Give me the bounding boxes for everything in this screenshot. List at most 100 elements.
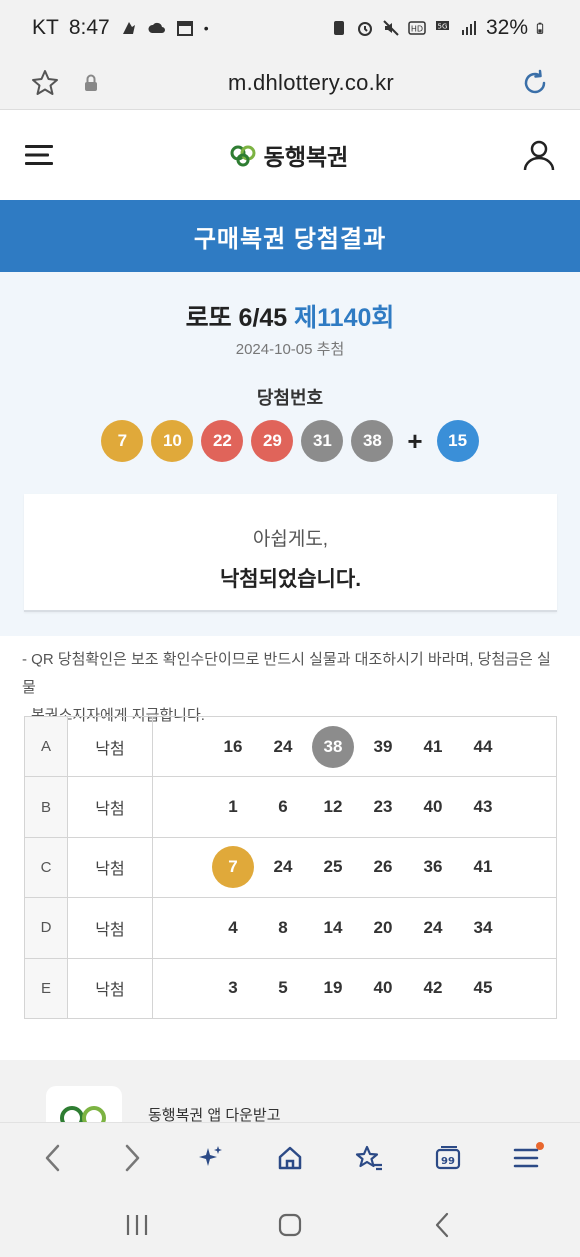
ticket-number: 5: [278, 978, 288, 998]
more-notifications-dot: •: [203, 20, 209, 36]
svg-text:HD: HD: [411, 25, 423, 34]
result-message-main: 낙첨되었습니다.: [219, 568, 362, 591]
alarm-icon: [357, 22, 372, 36]
ticket-number: 24: [273, 857, 293, 877]
hd-icon: HD: [408, 21, 426, 35]
ticket-number: 26: [373, 857, 393, 877]
winning-number-ball: 10: [151, 420, 194, 462]
ticket-number: 39: [373, 736, 393, 756]
svg-text:5G: 5G: [438, 23, 448, 31]
ticket-number: 24: [273, 736, 293, 756]
ticket-numbers: 1 6 12 23 40 43: [153, 777, 556, 836]
ticket-result: 낙첨: [68, 958, 153, 1018]
ticket-number: 41: [423, 736, 443, 756]
svg-text:99: 99: [441, 1156, 455, 1167]
back-button[interactable]: [31, 1136, 75, 1180]
notice-line-1: - QR 당첨확인은 보조 확인수단이므로 반드시 실물과 대조하시기 바라며,…: [22, 651, 551, 696]
ticket-number: 34: [473, 917, 493, 937]
mute-icon: [383, 20, 399, 36]
ticket-number: 3: [228, 978, 238, 998]
ai-assistant-button[interactable]: [189, 1136, 233, 1180]
back-nav-icon[interactable]: [428, 1210, 458, 1240]
ticket-result: 낙첨: [68, 898, 153, 958]
result-message-sub: 아쉽게도,: [252, 529, 329, 550]
home-button[interactable]: [268, 1136, 312, 1180]
forward-button[interactable]: [110, 1136, 154, 1180]
winning-number-ball: 29: [251, 420, 294, 462]
status-bar: KT 8:47 • HD 5G 32%: [0, 0, 580, 56]
ticket-number: 25: [323, 857, 343, 877]
ticket-numbers: 7 24 25 26 36 41: [153, 838, 556, 897]
ticket-numbers: 3 5 19 40 42 45: [153, 959, 556, 1018]
home-icon: [278, 1146, 302, 1169]
tabs-button[interactable]: 99: [426, 1136, 470, 1180]
url-text[interactable]: m.dhlottery.co.kr: [102, 70, 520, 96]
site-header: 동행복권: [0, 110, 580, 200]
battery-percent: 32%: [485, 16, 528, 39]
ticket-number: 36: [423, 857, 443, 877]
address-bar[interactable]: m.dhlottery.co.kr: [0, 56, 580, 110]
ticket-table: A 낙첨 16 24 38 39 41 44 B 낙첨 1 6 12 23 40 43 C 낙첨 7 24 25 26 36…: [24, 716, 557, 1019]
battery-saver-icon: [333, 21, 344, 35]
table-row: D 낙첨 4 8 14 20 24 34: [24, 898, 557, 959]
bookmarks-button[interactable]: [347, 1136, 391, 1180]
browser-toolbar: 99: [0, 1122, 580, 1192]
ticket-number: 23: [373, 797, 393, 817]
page-title: 구매복권 당첨결과: [0, 200, 580, 272]
ticket-number: 1: [228, 797, 238, 817]
5g-icon: 5G: [435, 21, 449, 31]
notification-icon: [122, 22, 135, 34]
footer-promo: 동행복권 앱 다운받고: [0, 1060, 580, 1162]
matched-number-ball: 38: [312, 725, 354, 768]
round-number: 제1140회: [294, 304, 395, 332]
ticket-number: 14: [323, 917, 343, 937]
user-account-icon[interactable]: [522, 138, 556, 172]
sparkle-icon: [199, 1145, 223, 1166]
recent-apps-icon[interactable]: [122, 1210, 152, 1240]
table-row: A 낙첨 16 24 38 39 41 44: [24, 717, 557, 778]
ticket-label: B: [25, 777, 68, 837]
winning-number-ball: 31: [301, 420, 344, 462]
logo-text: 동행복권: [263, 144, 349, 170]
draw-summary: 로또 6/45 제1140회 2024-10-05 추첨 당첨번호 7 10 22 2…: [0, 272, 580, 636]
lock-icon: [85, 74, 97, 91]
ticket-number: 12: [323, 797, 343, 817]
system-navigation: [0, 1192, 580, 1257]
ticket-result: 낙첨: [68, 777, 153, 837]
ticket-number: 4: [228, 917, 238, 937]
ticket-number: 6: [278, 797, 288, 817]
matched-number-ball: 7: [212, 846, 254, 889]
draw-date: 2024-10-05 추첨: [235, 341, 345, 358]
winning-numbers-label: 당첨번호: [256, 388, 324, 408]
cloud-icon: [148, 22, 165, 33]
bookmark-star-icon[interactable]: [30, 68, 60, 98]
ticket-number: 42: [423, 978, 443, 998]
hamburger-menu-icon[interactable]: [24, 140, 54, 170]
carrier: KT: [32, 16, 59, 39]
ticket-label: C: [25, 837, 68, 898]
winning-numbers: 7 10 22 29 31 38 +15: [0, 420, 580, 462]
ticket-label: A: [25, 717, 68, 777]
home-nav-icon[interactable]: [275, 1210, 305, 1240]
reload-icon[interactable]: [520, 68, 550, 98]
bonus-number-ball: 15: [436, 420, 479, 462]
calendar-icon: [176, 21, 193, 36]
ticket-number: 40: [373, 978, 393, 998]
game-name: 로또 6/45: [185, 304, 288, 332]
table-row: C 낙첨 7 24 25 26 36 41: [24, 837, 557, 899]
site-logo[interactable]: 동행복권: [228, 138, 349, 172]
ticket-number: 8: [278, 917, 288, 937]
ticket-result: 낙첨: [68, 717, 153, 777]
ticket-numbers: 16 24 38 39 41 44: [153, 717, 556, 776]
ticket-label: E: [25, 958, 68, 1018]
draw-title: 로또 6/45 제1140회: [0, 298, 580, 334]
chevron-right-icon: [126, 1144, 140, 1171]
bonus-plus-sign: +: [407, 425, 423, 456]
ticket-result: 낙첨: [68, 837, 153, 898]
ticket-number: 41: [473, 857, 493, 877]
winning-number-ball: 38: [351, 420, 394, 462]
ticket-number: 43: [473, 797, 493, 817]
result-message-box: 아쉽게도, 낙첨되었습니다.: [24, 494, 557, 612]
winning-number-ball: 7: [101, 420, 144, 462]
browser-menu-button[interactable]: [504, 1136, 548, 1180]
